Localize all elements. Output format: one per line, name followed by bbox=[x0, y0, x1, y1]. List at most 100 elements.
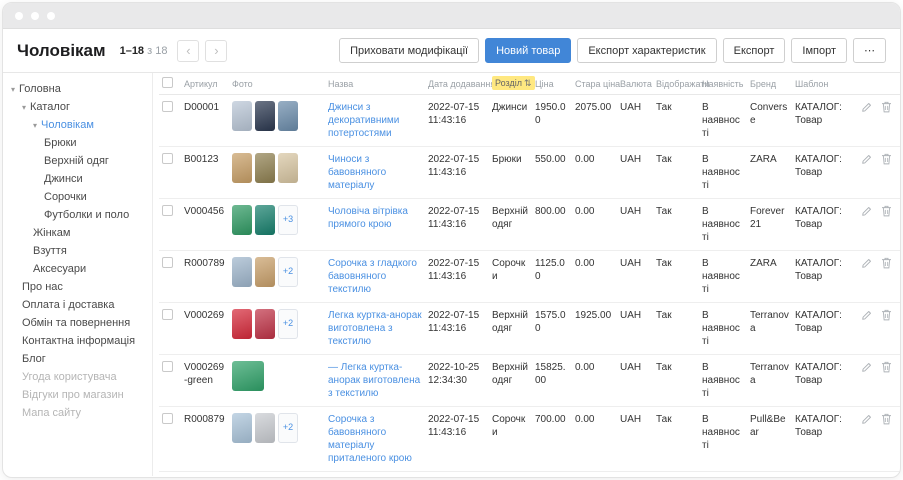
sidebar-item[interactable]: Блог bbox=[7, 350, 148, 368]
row-checkbox[interactable] bbox=[162, 257, 173, 268]
edit-icon[interactable] bbox=[861, 206, 872, 221]
export-characteristics-button[interactable]: Експорт характеристик bbox=[577, 38, 716, 63]
product-photo-thumbnail[interactable] bbox=[255, 101, 275, 131]
date-cell: 2022-07-15 11:43:16 bbox=[425, 407, 489, 472]
export-button[interactable]: Експорт bbox=[723, 38, 786, 63]
delete-icon[interactable] bbox=[881, 257, 892, 273]
product-name-link[interactable]: Сорочка з бавовняного матеріалу притален… bbox=[328, 414, 412, 464]
sidebar-item[interactable]: Джинси bbox=[7, 170, 148, 188]
product-photo-thumbnail[interactable] bbox=[255, 205, 275, 235]
product-photo-thumbnail[interactable] bbox=[232, 153, 252, 183]
window-close-button[interactable] bbox=[15, 12, 23, 20]
display-cell: Так bbox=[653, 251, 699, 303]
product-photo-thumbnail[interactable] bbox=[232, 309, 252, 339]
product-photo-thumbnail[interactable] bbox=[232, 413, 252, 443]
product-name-link[interactable]: Сорочка з гладкого бавовняного текстилю bbox=[328, 258, 417, 295]
column-header-display[interactable]: Відображати bbox=[653, 73, 699, 95]
sidebar-item[interactable]: ▾Головна bbox=[7, 80, 148, 98]
row-checkbox[interactable] bbox=[162, 309, 173, 320]
new-product-button[interactable]: Новий товар bbox=[485, 38, 571, 63]
window-minimize-button[interactable] bbox=[31, 12, 39, 20]
product-name-link[interactable]: — Легка куртка-анорак виготовлена з текс… bbox=[328, 362, 420, 399]
sidebar-item[interactable]: Верхній одяг bbox=[7, 152, 148, 170]
sidebar-item[interactable]: Угода користувача bbox=[7, 368, 148, 386]
row-checkbox[interactable] bbox=[162, 413, 173, 424]
delete-icon[interactable] bbox=[881, 309, 892, 325]
column-header-currency[interactable]: Валюта bbox=[617, 73, 653, 95]
delete-icon[interactable] bbox=[881, 413, 892, 429]
sidebar-item[interactable]: Взуття bbox=[7, 242, 148, 260]
prev-page-button[interactable]: ‹ bbox=[177, 40, 199, 62]
column-header-price[interactable]: Ціна bbox=[532, 73, 572, 95]
sidebar-item[interactable]: Оплата і доставка bbox=[7, 296, 148, 314]
product-photo-thumbnail[interactable] bbox=[232, 205, 252, 235]
edit-icon[interactable] bbox=[861, 154, 872, 169]
row-checkbox[interactable] bbox=[162, 101, 173, 112]
column-header-brand[interactable]: Бренд bbox=[747, 73, 792, 95]
column-header-availability[interactable]: Наявність bbox=[699, 73, 747, 95]
product-photo-thumbnail[interactable] bbox=[232, 101, 252, 131]
product-name-link[interactable]: Легка куртка-анорак виготовлена з тексти… bbox=[328, 310, 422, 347]
sidebar-item[interactable]: Мапа сайту bbox=[7, 404, 148, 422]
row-checkbox[interactable] bbox=[162, 205, 173, 216]
product-photo-thumbnail[interactable] bbox=[278, 153, 298, 183]
sidebar-item[interactable]: ▾Каталог bbox=[7, 98, 148, 116]
more-photos-badge[interactable]: +2 bbox=[278, 257, 298, 287]
more-actions-button[interactable]: ⋯ bbox=[853, 38, 886, 63]
table-row: R000789 +2 Сорочка з гладкого бавовняног… bbox=[159, 251, 900, 303]
product-name-link[interactable]: Чоловіча вітрівка прямого крою bbox=[328, 206, 408, 230]
sidebar-item[interactable]: Про нас bbox=[7, 278, 148, 296]
price-cell: 725.00 bbox=[532, 472, 572, 477]
sidebar-item[interactable]: Обмін та повернення bbox=[7, 314, 148, 332]
currency-cell: UAH bbox=[617, 251, 653, 303]
sidebar-item[interactable]: Брюки bbox=[7, 134, 148, 152]
column-header-article[interactable]: Артикул bbox=[181, 73, 229, 95]
display-cell: Так bbox=[653, 199, 699, 251]
sidebar-item[interactable]: Футболки и поло bbox=[7, 206, 148, 224]
column-header-name[interactable]: Назва bbox=[325, 73, 425, 95]
more-photos-badge[interactable]: +2 bbox=[278, 309, 298, 339]
sidebar-item[interactable]: ▾Чоловікам bbox=[7, 116, 148, 134]
edit-icon[interactable] bbox=[861, 310, 872, 325]
delete-icon[interactable] bbox=[881, 361, 892, 377]
edit-icon[interactable] bbox=[861, 362, 872, 377]
sort-icon[interactable]: ⇅ bbox=[524, 78, 532, 88]
sidebar-item[interactable]: Аксесуари bbox=[7, 260, 148, 278]
old-price-cell: 0.00 bbox=[572, 407, 617, 472]
table-header-row: Артикул Фото Назва Дата додавання Розділ… bbox=[159, 73, 900, 95]
product-photo-thumbnail[interactable] bbox=[232, 361, 264, 391]
sidebar-item[interactable]: Відгуки про магазин bbox=[7, 386, 148, 404]
select-all-checkbox[interactable] bbox=[162, 77, 173, 88]
product-name-link[interactable]: Чиноси з бавовняного матеріалу bbox=[328, 154, 386, 191]
column-header-section[interactable]: Розділ⇅ bbox=[489, 73, 532, 95]
product-photo-thumbnail[interactable] bbox=[255, 257, 275, 287]
product-photo-thumbnail[interactable] bbox=[255, 153, 275, 183]
more-photos-badge[interactable]: +2 bbox=[278, 413, 298, 443]
section-sort-highlight[interactable]: Розділ⇅ bbox=[492, 76, 535, 90]
column-header-old-price[interactable]: Стара ціна bbox=[572, 73, 617, 95]
window-zoom-button[interactable] bbox=[47, 12, 55, 20]
product-photo-thumbnail[interactable] bbox=[278, 101, 298, 131]
next-page-button[interactable]: › bbox=[205, 40, 227, 62]
delete-icon[interactable] bbox=[881, 205, 892, 221]
row-checkbox[interactable] bbox=[162, 361, 173, 372]
product-photo-thumbnail[interactable] bbox=[255, 309, 275, 339]
column-header-date-added[interactable]: Дата додавання bbox=[425, 73, 489, 95]
edit-icon[interactable] bbox=[861, 102, 872, 117]
date-cell: 2022-07-15 11:43:16 bbox=[425, 199, 489, 251]
edit-icon[interactable] bbox=[861, 258, 872, 273]
hide-modifications-button[interactable]: Приховати модифікації bbox=[339, 38, 479, 63]
column-header-template[interactable]: Шаблон bbox=[792, 73, 858, 95]
delete-icon[interactable] bbox=[881, 153, 892, 169]
sidebar-item[interactable]: Сорочки bbox=[7, 188, 148, 206]
delete-icon[interactable] bbox=[881, 101, 892, 117]
sidebar-item[interactable]: Жінкам bbox=[7, 224, 148, 242]
product-photo-thumbnail[interactable] bbox=[232, 257, 252, 287]
edit-icon[interactable] bbox=[861, 414, 872, 429]
more-photos-badge[interactable]: +3 bbox=[278, 205, 298, 235]
sidebar-item[interactable]: Контактна інформація bbox=[7, 332, 148, 350]
product-photo-thumbnail[interactable] bbox=[255, 413, 275, 443]
product-name-link[interactable]: Джинси з декоративними потертостями bbox=[328, 102, 399, 139]
row-checkbox[interactable] bbox=[162, 153, 173, 164]
import-button[interactable]: Імпорт bbox=[791, 38, 847, 63]
